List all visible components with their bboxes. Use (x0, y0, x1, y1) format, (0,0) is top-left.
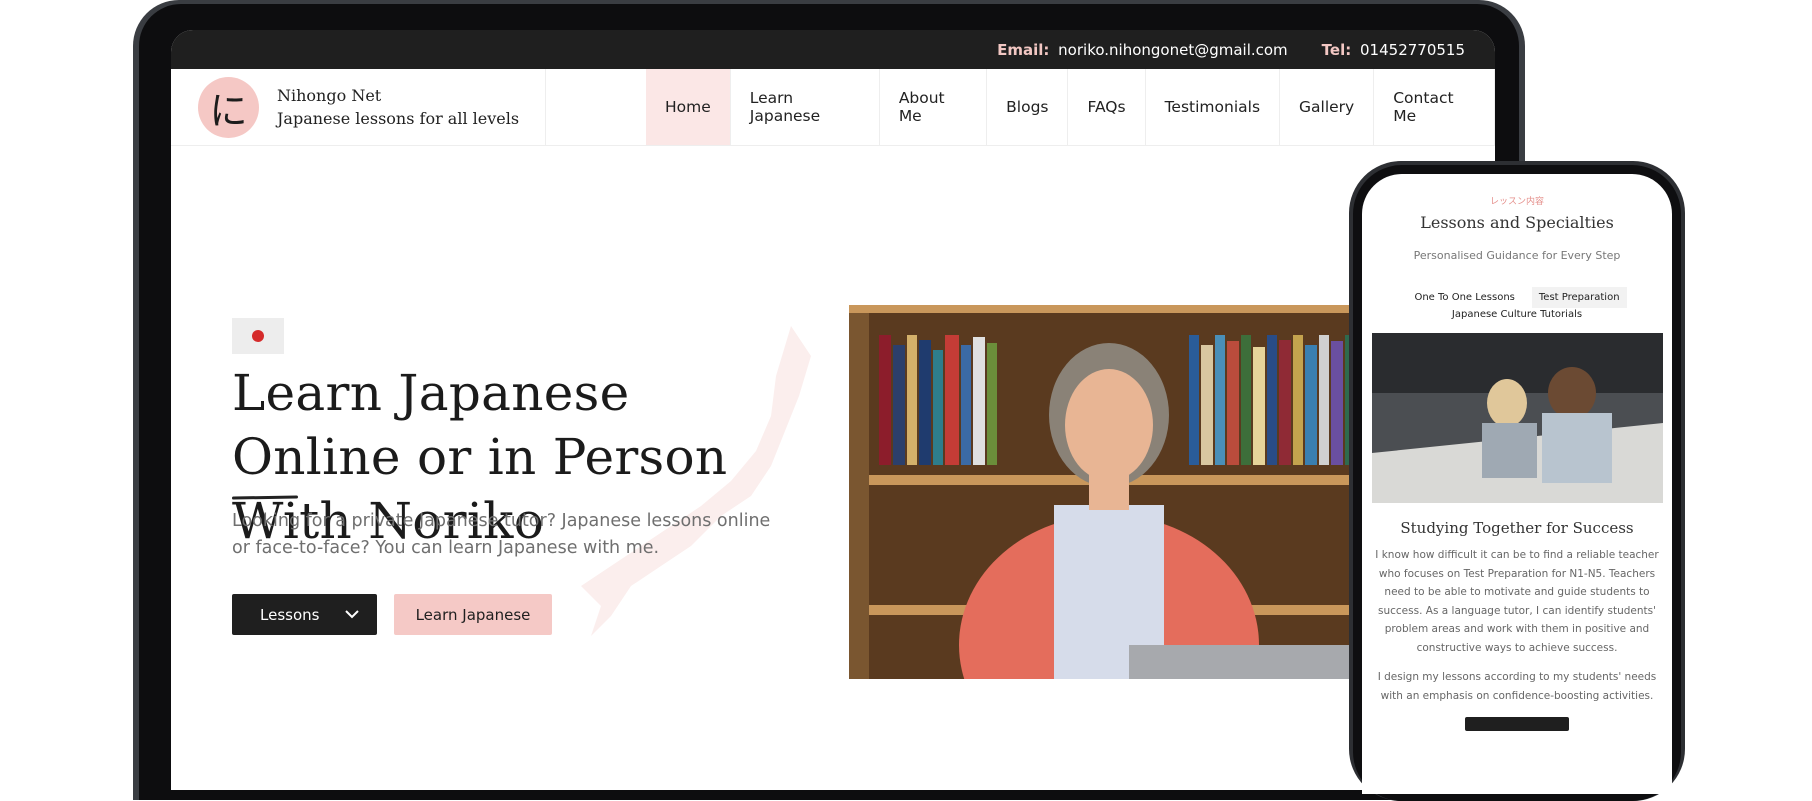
nav-item-blogs[interactable]: Blogs (987, 69, 1069, 145)
nav-menu: Home Learn Japanese About Me Blogs FAQs … (646, 69, 1495, 145)
tab-one-to-one-lessons[interactable]: One To One Lessons (1407, 287, 1521, 308)
contact-topbar: Email: noriko.nihongonet@gmail.com Tel: … (171, 30, 1495, 69)
laptop-screen: Email: noriko.nihongonet@gmail.com Tel: … (171, 30, 1495, 790)
hero-description: Looking for a private Japanese tutor? Ja… (232, 511, 771, 558)
email-value[interactable]: noriko.nihongonet@gmail.com (1058, 41, 1288, 59)
nav-item-contact-me[interactable]: Contact Me (1374, 69, 1495, 145)
phone-paragraph-2: I design my lessons according to my stud… (1377, 671, 1657, 702)
logo[interactable]: に (198, 76, 259, 138)
tab-test-preparation[interactable]: Test Preparation (1531, 287, 1627, 308)
nav-item-faqs[interactable]: FAQs (1068, 69, 1146, 145)
main-nav: に Nihongo Net Japanese lessons for all l… (171, 69, 1495, 146)
students-studying-image (1371, 333, 1663, 503)
hero-section: Learn Japanese Online or in Person With … (171, 146, 1495, 790)
phone-kicker: レッスン内容 (1489, 197, 1544, 207)
chevron-down-icon (345, 610, 359, 619)
tab-japanese-culture-tutorials[interactable]: Japanese Culture Tutorials (1362, 309, 1672, 320)
phone-content-heading: Studying Together for Success (1400, 519, 1634, 537)
tel-value[interactable]: 01452770515 (1360, 41, 1465, 59)
phone-screen: レッスン内容 Lessons and Specialties Personali… (1362, 174, 1672, 794)
brand[interactable]: に Nihongo Net Japanese lessons for all l… (171, 69, 546, 145)
phone-paragraph-1: I know how difficult it can be to find a… (1375, 549, 1659, 654)
nav-item-home[interactable]: Home (646, 69, 731, 145)
teacher-photo (849, 305, 1369, 679)
email-label: Email: (997, 40, 1050, 59)
lessons-dropdown-button[interactable]: Lessons (232, 594, 377, 635)
nav-item-about-me[interactable]: About Me (880, 69, 988, 145)
brand-name: Nihongo Net (277, 86, 382, 105)
phone-tabs: One To One Lessons Test Preparation (1362, 287, 1672, 308)
tel-label: Tel: (1321, 40, 1352, 59)
brand-text: Nihongo Net Japanese lessons for all lev… (277, 84, 519, 130)
japan-flag-icon (232, 318, 284, 354)
learn-japanese-button[interactable]: Learn Japanese (394, 594, 552, 635)
nav-item-testimonials[interactable]: Testimonials (1146, 69, 1281, 145)
phone-section-subtitle: Personalised Guidance for Every Step (1413, 249, 1621, 262)
tel-contact[interactable]: Tel: 01452770515 (1322, 41, 1465, 59)
nav-item-gallery[interactable]: Gallery (1280, 69, 1375, 145)
brand-tagline: Japanese lessons for all levels (277, 109, 520, 128)
nav-item-learn-japanese[interactable]: Learn Japanese (731, 69, 880, 145)
email-contact[interactable]: Email: noriko.nihongonet@gmail.com (997, 41, 1288, 59)
logo-glyph: に (209, 88, 248, 133)
students-photo (1371, 333, 1663, 503)
phone-cta-button[interactable] (1465, 717, 1569, 731)
lessons-button-label: Lessons (260, 605, 320, 624)
video-still-photo[interactable] (849, 305, 1369, 679)
phone-section-title: Lessons and Specialties (1420, 213, 1614, 232)
